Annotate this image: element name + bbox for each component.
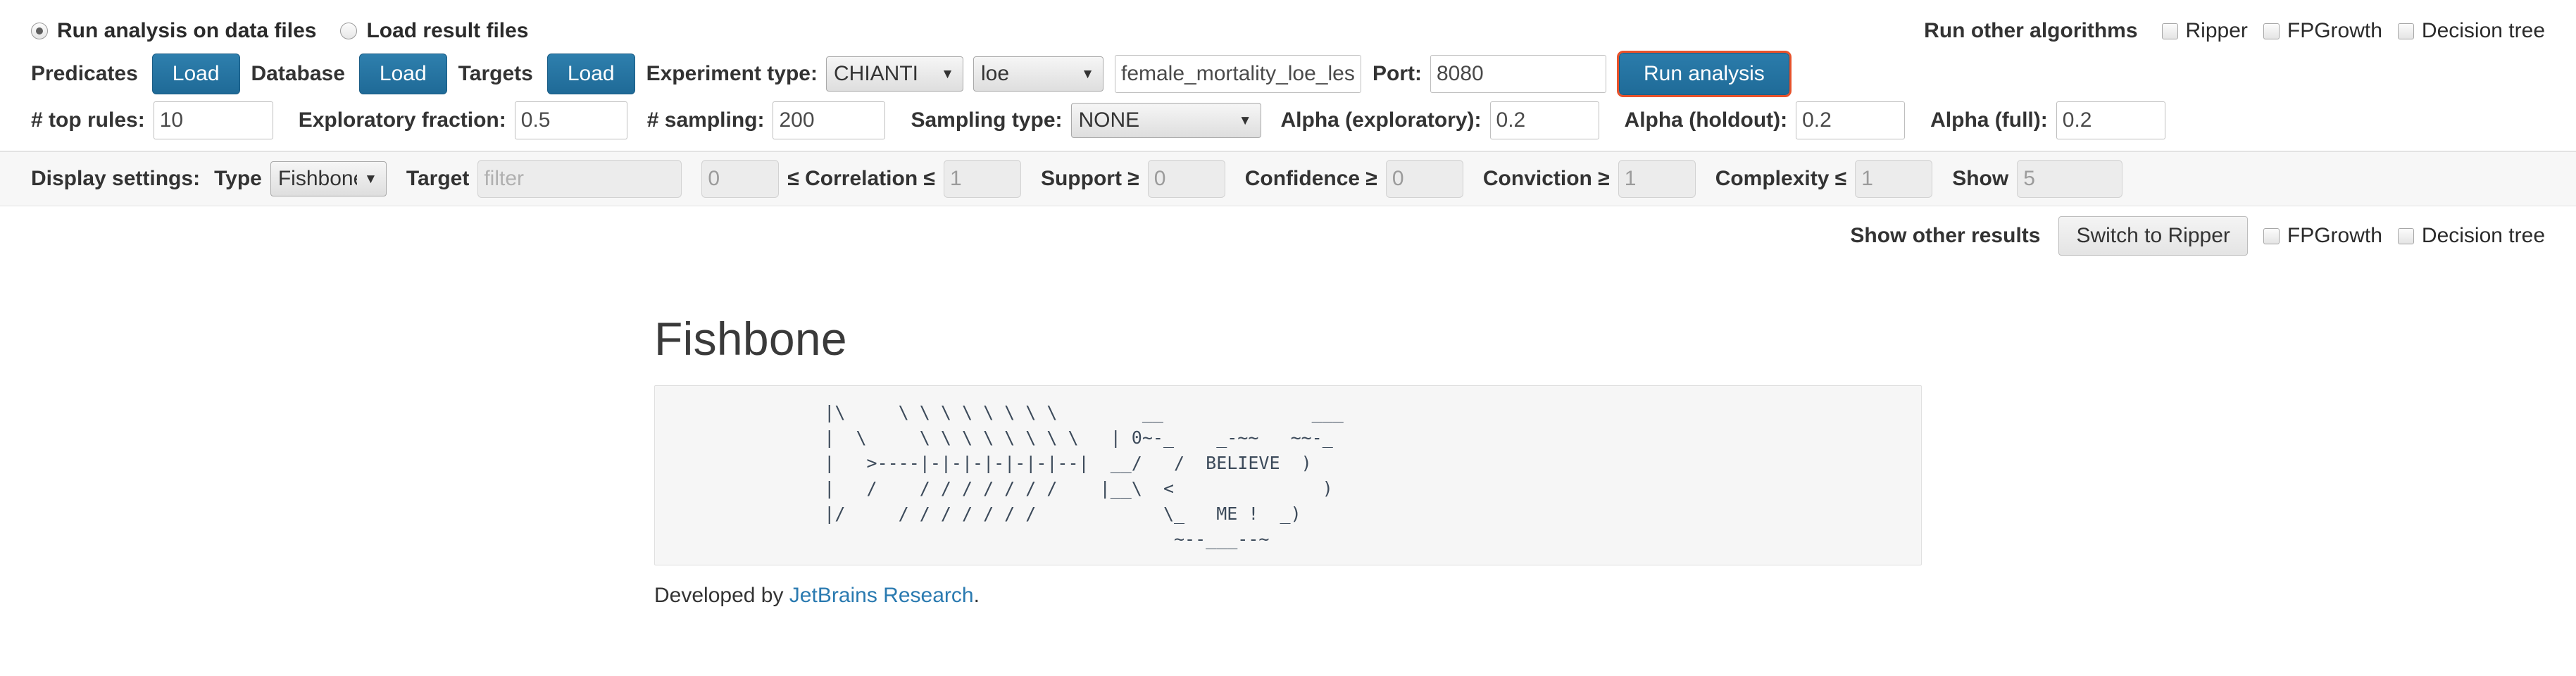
checkbox-box-show-decision-tree[interactable] <box>2397 227 2414 244</box>
switch-to-ripper-button[interactable]: Switch to Ripper <box>2058 216 2248 256</box>
experiment-subtype-select[interactable]: loe ▼ <box>973 56 1103 92</box>
radio-label-load-results: Load result files <box>366 19 529 42</box>
fishbone-ascii-art: |\ \ \ \ \ \ \ \ \ __ ___ | \ \ \ \ \ \ … <box>824 402 1344 549</box>
display-settings-band: Display settings: Type Fishbone ▼ Target… <box>0 152 2576 206</box>
checkbox-box-show-fpgrowth[interactable] <box>2263 227 2280 244</box>
support-input[interactable] <box>1147 160 1225 198</box>
checkbox-label-run-ripper: Ripper <box>2185 19 2248 42</box>
radio-load-result-files[interactable]: Load result files <box>340 19 529 43</box>
exploratory-fraction-label: Exploratory fraction: <box>298 108 506 132</box>
top-rules-input[interactable] <box>153 101 273 139</box>
show-count-label: Show <box>1952 167 2009 190</box>
dataset-name-input[interactable] <box>1114 55 1361 93</box>
load-targets-button[interactable]: Load <box>546 54 635 94</box>
run-other-algorithms-group: Run other algorithms Ripper FPGrowth Dec… <box>1924 19 2545 43</box>
checkbox-box-run-ripper[interactable] <box>2161 23 2178 39</box>
complexity-input[interactable] <box>1855 160 1933 198</box>
checkbox-run-fpgrowth[interactable]: FPGrowth <box>2263 19 2382 43</box>
page-title: Fishbone <box>654 313 847 365</box>
checkbox-label-run-fpgrowth: FPGrowth <box>2287 19 2382 42</box>
chevron-down-icon: ▼ <box>941 66 954 82</box>
checkbox-label-show-fpgrowth: FPGrowth <box>2287 224 2382 247</box>
sampling-type-label: Sampling type: <box>911 108 1063 132</box>
target-filter-label: Target <box>406 167 470 190</box>
run-analysis-button[interactable]: Run analysis <box>1616 51 1792 97</box>
checkbox-label-show-decision-tree: Decision tree <box>2421 224 2545 247</box>
checkbox-box-run-decision-tree[interactable] <box>2397 23 2414 39</box>
checkbox-label-run-decision-tree: Decision tree <box>2421 19 2545 42</box>
footer: Developed by JetBrains Research. <box>654 584 1922 622</box>
load-predicates-button[interactable]: Load <box>151 54 240 94</box>
chevron-down-icon: ▼ <box>364 171 377 187</box>
display-type-value: Fishbone <box>277 167 358 190</box>
ascii-art-panel: |\ \ \ \ \ \ \ \ \ __ ___ | \ \ \ \ \ \ … <box>654 385 1922 565</box>
main-content: Fishbone |\ \ \ \ \ \ \ \ \ __ ___ | \ \… <box>0 312 2576 622</box>
targets-label: Targets <box>458 62 533 85</box>
support-label: Support ≥ <box>1040 167 1139 190</box>
sources-row: Predicates Load Database Load Targets Lo… <box>0 51 2576 97</box>
footer-prefix: Developed by <box>654 584 789 607</box>
correlation-max-input[interactable] <box>943 160 1021 198</box>
conviction-input[interactable] <box>1618 160 1696 198</box>
display-settings-row: Display settings: Type Fishbone ▼ Target… <box>0 152 2576 206</box>
experiment-subtype-value: loe <box>980 62 1010 85</box>
radio-label-run-analysis: Run analysis on data files <box>57 19 317 42</box>
load-database-button[interactable]: Load <box>358 54 447 94</box>
radio-indicator-load-results[interactable] <box>340 23 358 39</box>
radio-run-analysis-on-data-files[interactable]: Run analysis on data files <box>31 19 316 43</box>
control-panel: Run analysis on data files Load result f… <box>0 0 2576 152</box>
confidence-label: Confidence ≥ <box>1244 167 1377 190</box>
chevron-down-icon: ▼ <box>1238 113 1252 128</box>
sampling-count-input[interactable] <box>773 101 886 139</box>
alpha-full-label: Alpha (full): <box>1930 108 2048 132</box>
correlation-label: ≤ Correlation ≤ <box>787 167 935 190</box>
checkbox-run-ripper[interactable]: Ripper <box>2161 19 2248 43</box>
show-count-input[interactable] <box>2017 160 2123 198</box>
checkbox-run-decision-tree[interactable]: Decision tree <box>2397 19 2545 43</box>
content-wrapper: Fishbone |\ \ \ \ \ \ \ \ \ __ ___ | \ \… <box>654 312 1922 622</box>
run-other-algorithms-title: Run other algorithms <box>1924 19 2138 42</box>
alpha-full-input[interactable] <box>2056 101 2165 139</box>
experiment-type-label: Experiment type: <box>646 62 818 85</box>
display-type-label: Type <box>214 167 262 190</box>
chevron-down-icon: ▼ <box>1081 66 1094 82</box>
checkbox-show-decision-tree[interactable]: Decision tree <box>2397 224 2545 248</box>
port-label: Port: <box>1372 62 1422 85</box>
checkbox-show-fpgrowth[interactable]: FPGrowth <box>2263 224 2382 248</box>
radio-indicator-run-analysis[interactable] <box>31 23 48 39</box>
confidence-input[interactable] <box>1385 160 1463 198</box>
database-label: Database <box>251 62 345 85</box>
alpha-exploratory-label: Alpha (exploratory): <box>1280 108 1482 132</box>
footer-suffix: . <box>973 584 980 607</box>
show-other-results-row: Show other results Switch to Ripper FPGr… <box>0 206 2576 268</box>
sampling-count-label: # sampling: <box>646 108 765 132</box>
complexity-label: Complexity ≤ <box>1715 167 1847 190</box>
parameters-row: # top rules: Exploratory fraction: # sam… <box>0 97 2576 151</box>
jetbrains-research-link[interactable]: JetBrains Research <box>789 584 974 607</box>
checkbox-box-run-fpgrowth[interactable] <box>2263 23 2280 39</box>
sampling-type-select[interactable]: NONE ▼ <box>1070 103 1261 138</box>
exploratory-fraction-input[interactable] <box>514 101 627 139</box>
correlation-min-input[interactable] <box>701 160 780 198</box>
display-settings-title: Display settings: <box>31 167 201 190</box>
conviction-label: Conviction ≥ <box>1482 167 1610 190</box>
experiment-type-select[interactable]: CHIANTI ▼ <box>825 56 963 92</box>
alpha-holdout-input[interactable] <box>1796 101 1906 139</box>
mode-row: Run analysis on data files Load result f… <box>0 0 2576 51</box>
alpha-holdout-label: Alpha (holdout): <box>1624 108 1788 132</box>
port-input[interactable] <box>1430 55 1606 93</box>
sampling-type-value: NONE <box>1078 108 1140 132</box>
experiment-type-value: CHIANTI <box>833 62 918 85</box>
show-other-results-title: Show other results <box>1850 224 2041 247</box>
alpha-exploratory-input[interactable] <box>1489 101 1599 139</box>
predicates-label: Predicates <box>31 62 138 85</box>
top-rules-label: # top rules: <box>31 108 145 132</box>
target-filter-input[interactable] <box>477 160 682 198</box>
display-type-select[interactable]: Fishbone ▼ <box>270 161 387 196</box>
